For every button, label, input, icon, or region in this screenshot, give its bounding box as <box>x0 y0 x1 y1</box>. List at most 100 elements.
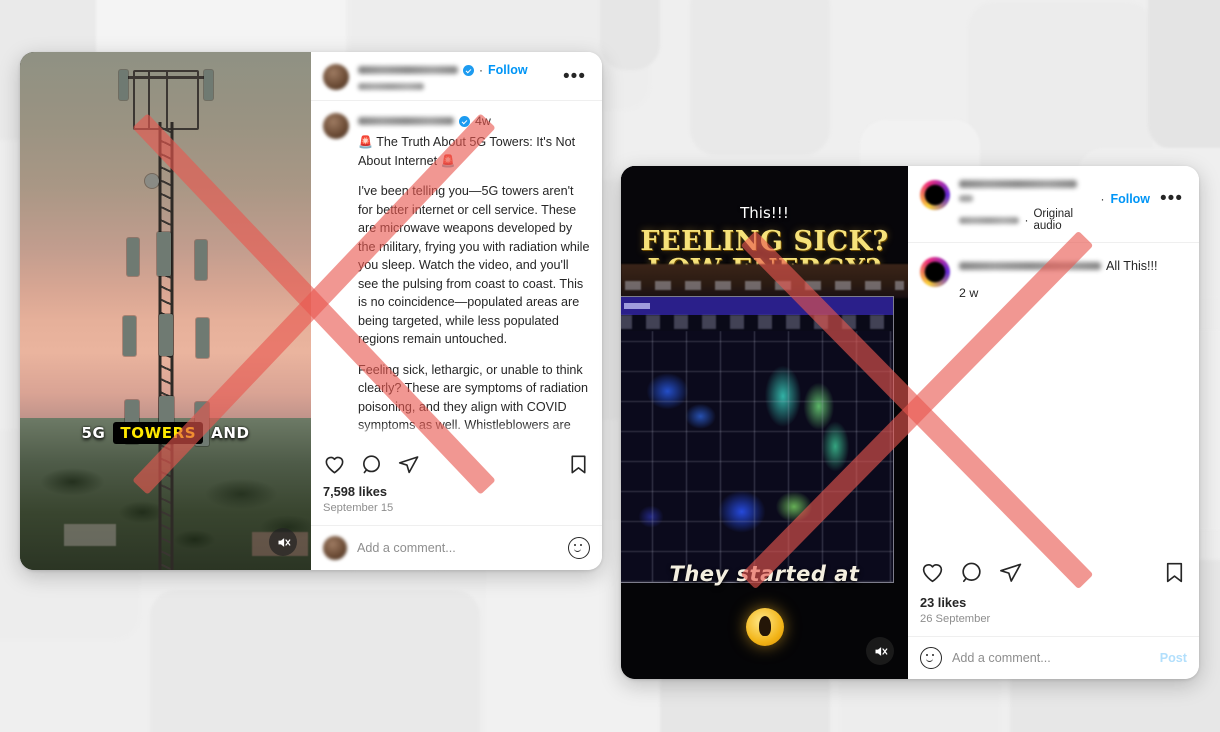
username-redacted-line2 <box>959 195 973 202</box>
caption-title-text: The Truth About 5G Towers: It's Not Abou… <box>358 135 576 168</box>
background-card <box>600 0 660 70</box>
separator-dot: · <box>1100 192 1105 206</box>
post-comment-button[interactable]: Post <box>1160 651 1187 665</box>
tower-top-frame <box>132 70 199 130</box>
house-roof <box>64 524 116 546</box>
post-date: 26 September <box>920 613 991 625</box>
username-redacted <box>959 180 1077 188</box>
caption-fade <box>311 423 602 445</box>
cell-tower <box>118 52 213 570</box>
save-icon[interactable] <box>567 453 590 476</box>
avatar[interactable] <box>323 113 349 139</box>
comment-bar-left: Add a comment... <box>311 525 602 570</box>
map-toolbar <box>621 315 893 329</box>
channel-badge <box>745 608 784 646</box>
mute-icon[interactable] <box>866 637 894 665</box>
mute-icon[interactable] <box>269 528 297 556</box>
comment-icon[interactable] <box>959 560 984 585</box>
share-icon[interactable] <box>998 560 1023 585</box>
action-icons-group <box>920 560 1023 585</box>
emoji-picker-icon[interactable] <box>920 647 942 669</box>
action-icons-group <box>323 453 420 476</box>
username-row <box>959 195 1091 202</box>
background-card <box>690 0 830 155</box>
emoji-picker-icon[interactable] <box>568 537 590 559</box>
audio-name-redacted <box>959 216 1020 224</box>
caption-timestamp: 4w <box>475 114 491 128</box>
like-icon[interactable] <box>323 453 346 476</box>
panel-antenna <box>194 240 207 280</box>
overlay-text-this: This!!! <box>740 204 789 222</box>
audio-label-redacted <box>358 83 424 90</box>
video-overlay-caption: 5G TOWERS AND <box>20 422 311 444</box>
panel-antenna <box>126 238 139 276</box>
overlay-text-bottom: They started at <box>621 562 908 586</box>
post-media-right[interactable]: This!!! FEELING SICK? LOW ENERGY? They s… <box>621 166 908 679</box>
more-options-button[interactable]: ••• <box>559 67 590 86</box>
overlay-headline-1: FEELING SICK? <box>640 226 889 257</box>
post-header-left: · Follow ••• <box>311 52 602 101</box>
username-redacted <box>959 262 1101 271</box>
tower-crossarm <box>126 76 205 79</box>
save-icon[interactable] <box>1162 560 1187 585</box>
post-actions-right <box>908 552 1199 585</box>
follow-button[interactable]: Follow <box>1110 192 1150 206</box>
caption-title: 🚨 The Truth About 5G Towers: It's Not Ab… <box>358 133 590 170</box>
map-window-header <box>621 297 893 315</box>
post-actions-left <box>311 445 602 478</box>
separator-dot: · <box>479 63 483 77</box>
panel-antenna <box>195 318 209 358</box>
microwave-dish <box>144 174 159 188</box>
comment-icon[interactable] <box>360 453 383 476</box>
overlay-word-highlight: TOWERS <box>113 422 204 444</box>
post-caption-body-left: 4w 🚨 The Truth About 5G Towers: It's Not… <box>311 101 602 445</box>
audio-row: · Original audio <box>959 208 1091 232</box>
us-radar-map <box>621 331 893 582</box>
post-panel-right: · Original audio · Follow ••• All This!!… <box>908 166 1199 679</box>
like-icon[interactable] <box>920 560 945 585</box>
background-card <box>150 590 480 732</box>
background-card <box>1148 0 1220 150</box>
verified-badge-icon <box>459 115 470 127</box>
avatar[interactable] <box>920 257 950 287</box>
overlay-word-1: 5G <box>81 424 106 442</box>
caption-timestamp: 2 w <box>959 285 979 300</box>
comment-bar-right: Add a comment... Post <box>908 636 1199 679</box>
post-media-left[interactable]: 5G TOWERS AND <box>20 52 311 570</box>
caption-username-row: 4w <box>358 112 590 130</box>
post-date: September 15 <box>323 502 394 514</box>
avatar[interactable] <box>323 536 347 560</box>
panel-antenna <box>122 316 136 356</box>
username-redacted <box>358 117 454 126</box>
siren-emoji-icon: 🚨 <box>358 135 373 150</box>
comment-input[interactable]: Add a comment... <box>952 651 1150 665</box>
header-names: · Original audio <box>959 180 1091 232</box>
like-count: 7,598 likes <box>323 484 388 499</box>
post-panel-left: · Follow ••• 4w 🚨 The Truth About 5G Tow… <box>311 52 602 570</box>
avatar[interactable] <box>323 63 349 90</box>
instagram-post-right[interactable]: This!!! FEELING SICK? LOW ENERGY? They s… <box>621 166 1199 679</box>
like-count: 23 likes <box>920 595 967 610</box>
separator-dot: · <box>1024 213 1029 227</box>
original-audio-label: Original audio <box>1033 208 1074 232</box>
radar-map-window <box>621 296 894 583</box>
panel-antenna <box>158 314 173 356</box>
share-icon[interactable] <box>397 453 420 476</box>
caption-text: 4w 🚨 The Truth About 5G Towers: It's Not… <box>358 112 590 445</box>
caption-text: All This!!! 2 w <box>959 257 1187 302</box>
browser-chrome <box>621 264 908 298</box>
panel-antenna <box>156 232 171 276</box>
caption-block: All This!!! 2 w <box>908 243 1199 302</box>
post-caption-body-right: All This!!! 2 w <box>908 243 1199 552</box>
verified-badge-icon <box>463 64 474 76</box>
username-row: · Follow <box>358 63 550 77</box>
instagram-post-left[interactable]: 5G TOWERS AND · Follow ••• 4w 🚨 The Trut… <box>20 52 602 570</box>
panel-antenna <box>118 70 128 100</box>
more-options-button[interactable]: ••• <box>1156 189 1187 208</box>
caption-block: 4w 🚨 The Truth About 5G Towers: It's Not… <box>311 101 602 445</box>
header-names: · Follow <box>358 63 550 90</box>
overlay-bottom-text: They started at <box>669 562 860 586</box>
avatar[interactable] <box>920 180 950 210</box>
comment-input[interactable]: Add a comment... <box>357 541 558 555</box>
follow-button[interactable]: Follow <box>488 63 528 77</box>
